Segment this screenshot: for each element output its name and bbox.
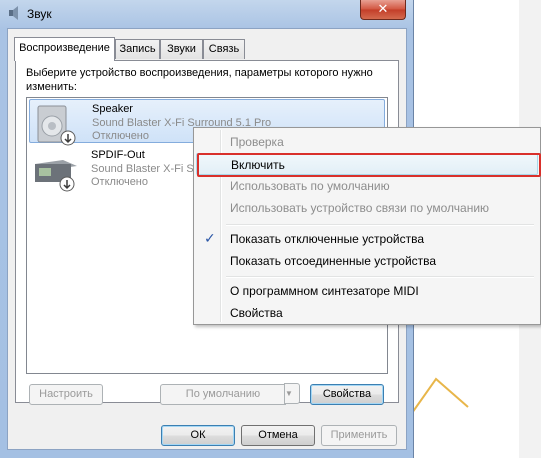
tab-recording[interactable]: Запись (115, 39, 160, 59)
device-name: Speaker (92, 103, 133, 115)
menu-item-test[interactable]: Проверка (196, 131, 538, 153)
speaker-icon (9, 6, 18, 20)
menu-item-label: Свойства (230, 306, 283, 320)
properties-button[interactable]: Свойства (310, 384, 384, 405)
instruction-text: Выберите устройство воспроизведения, пар… (26, 67, 373, 93)
menu-item-label: Проверка (230, 135, 284, 149)
device-description: Sound Blaster X-Fi S (91, 163, 194, 175)
set-default-button[interactable]: По умолчанию (160, 384, 286, 405)
menu-item-label: О программном синтезаторе MIDI (230, 284, 419, 298)
menu-item-midi[interactable]: О программном синтезаторе MIDI (196, 280, 538, 302)
apply-button[interactable]: Применить (321, 425, 397, 446)
highlight-outline (197, 153, 541, 177)
menu-separator (226, 276, 534, 278)
tab-playback[interactable]: Воспроизведение (14, 37, 115, 61)
set-default-split-button[interactable]: По умолчанию ▼ (160, 383, 300, 405)
menu-item-show-disconnected[interactable]: Показать отсоединенные устройства (196, 250, 538, 272)
menu-item-label: Использовать по умолчанию (230, 179, 390, 193)
menu-item-properties[interactable]: Свойства (196, 302, 538, 324)
menu-item-label: Показать отсоединенные устройства (230, 254, 437, 268)
menu-item-show-disabled[interactable]: ✓ Показать отключенные устройства (196, 228, 538, 250)
menu-item-set-default[interactable]: Использовать по умолчанию (196, 175, 538, 197)
speaker-device-icon (37, 105, 76, 146)
menu-item-set-default-comm[interactable]: Использовать устройство связи по умолчан… (196, 197, 538, 219)
chevron-down-icon[interactable]: ▼ (284, 383, 300, 404)
cancel-button[interactable]: Отмена (241, 425, 315, 446)
close-button[interactable]: ✕ (360, 0, 406, 20)
checkmark-icon: ✓ (204, 230, 216, 246)
device-name: SPDIF-Out (91, 149, 145, 161)
tab-sounds[interactable]: Звуки (160, 39, 203, 59)
spdif-device-icon (35, 160, 77, 192)
ok-button[interactable]: ОК (161, 425, 235, 446)
title-bar[interactable]: Звук ✕ (0, 0, 413, 28)
context-menu: Проверка Включить Использовать по умолча… (193, 127, 541, 325)
tab-communications[interactable]: Связь (203, 39, 245, 59)
menu-item-label: Показать отключенные устройства (230, 232, 425, 246)
device-status: Отключено (92, 130, 149, 142)
configure-button[interactable]: Настроить (29, 384, 103, 405)
menu-item-label: Использовать устройство связи по умолчан… (230, 201, 490, 215)
menu-separator (226, 224, 534, 226)
menu-item-enable[interactable]: Включить (196, 153, 541, 177)
device-status: Отключено (91, 176, 148, 188)
window-title: Звук (27, 7, 52, 21)
chevron-up-icon (411, 377, 469, 414)
